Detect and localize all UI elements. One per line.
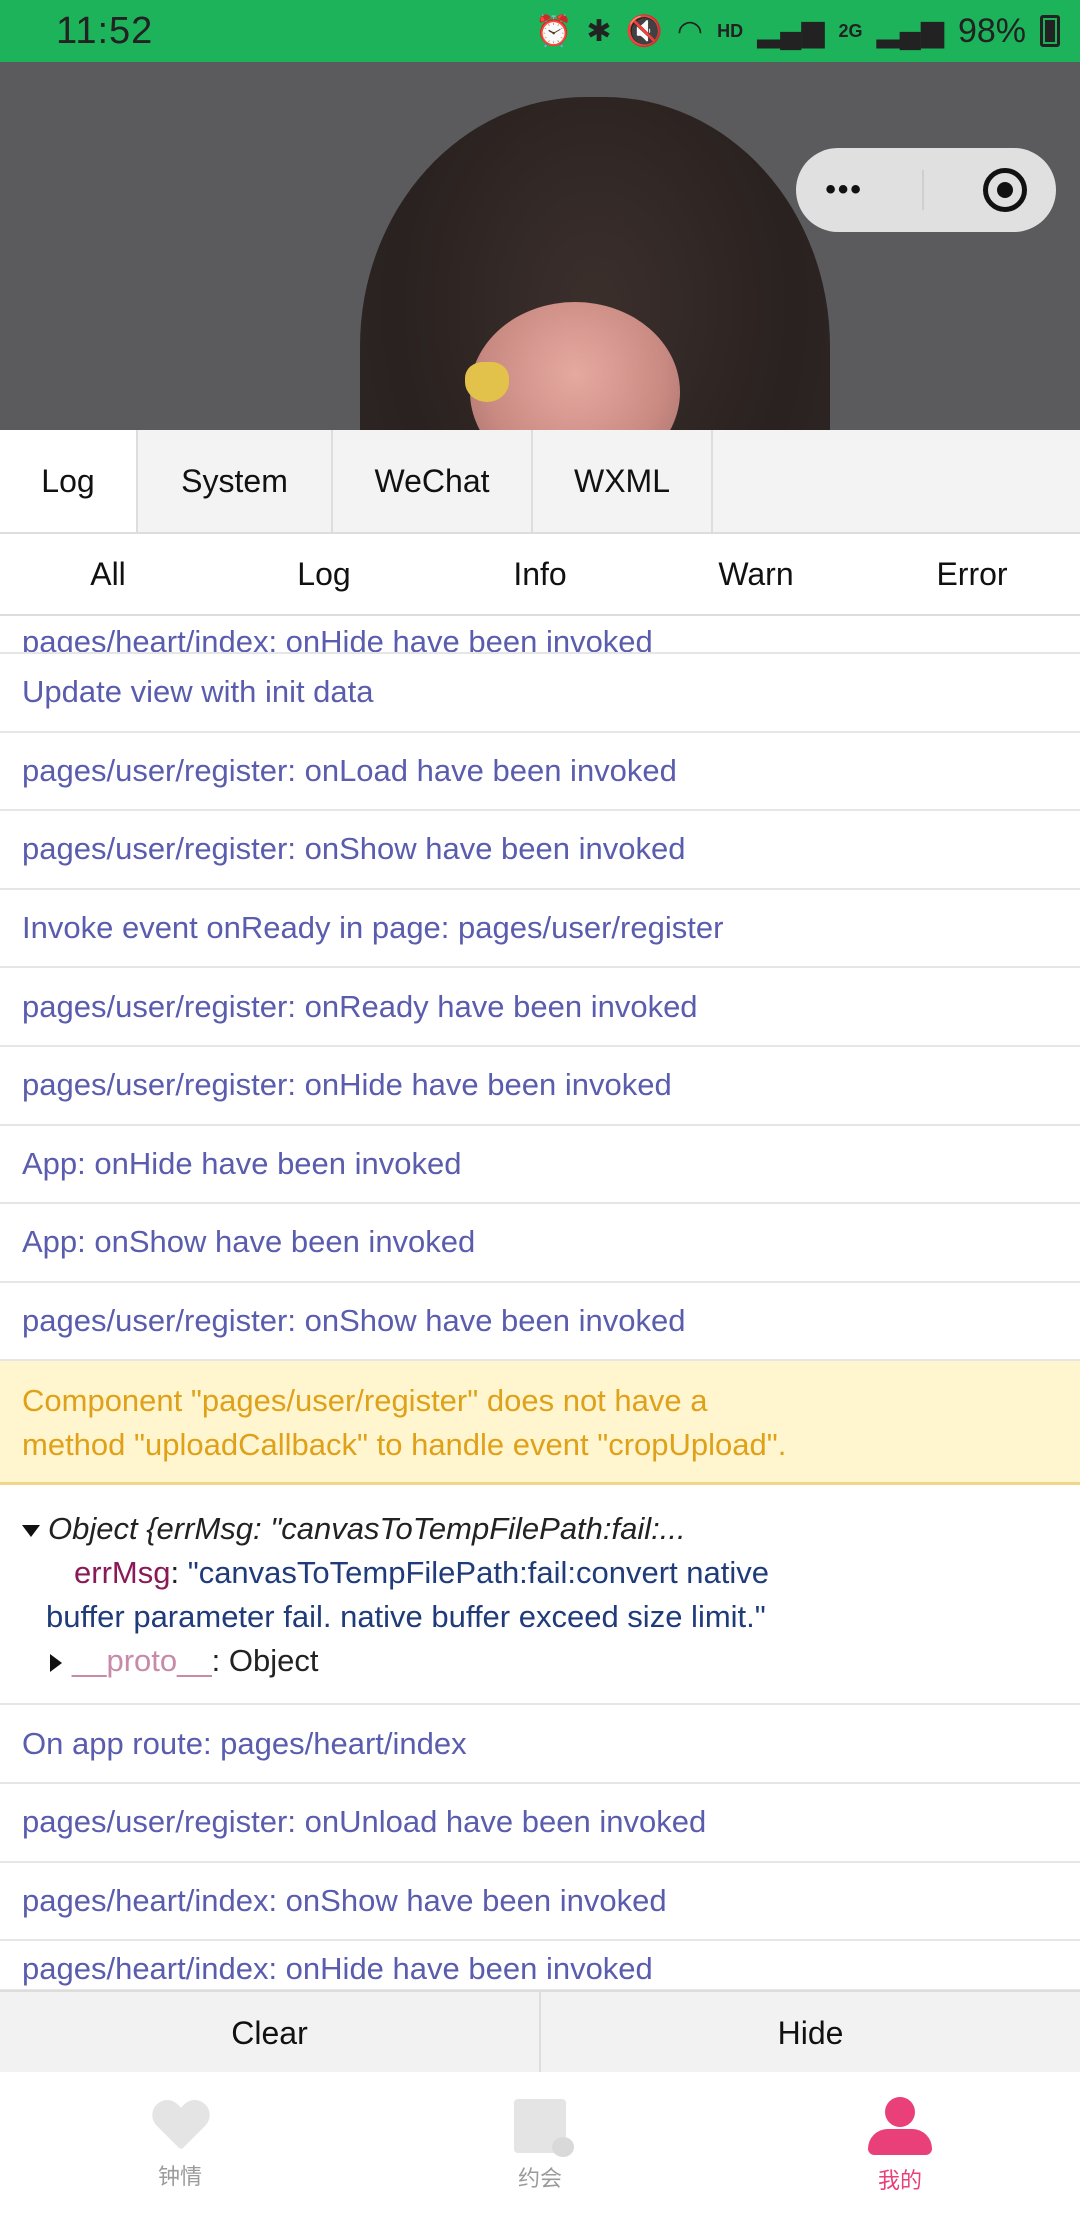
log-list[interactable]: pages/heart/index: onHide have been invo… [0, 614, 1080, 1990]
filter-error[interactable]: Error [864, 556, 1080, 593]
log-filter-tabs: All Log Info Warn Error [0, 534, 1080, 616]
proto-row[interactable]: __proto__: Object [22, 1639, 1058, 1683]
filter-log[interactable]: Log [216, 556, 432, 593]
log-row: pages/user/register: onLoad have been in… [0, 733, 1080, 812]
clear-button[interactable]: Clear [0, 1992, 539, 2074]
heart-icon [152, 2101, 208, 2151]
log-row: Update view with init data [0, 654, 1080, 733]
filter-all[interactable]: All [0, 556, 216, 593]
log-row: On app route: pages/heart/index [0, 1705, 1080, 1784]
log-row: pages/user/register: onShow have been in… [0, 1283, 1080, 1362]
log-row: App: onShow have been invoked [0, 1204, 1080, 1283]
bluetooth-icon: ✱ [586, 14, 612, 48]
target-circle-icon[interactable] [982, 168, 1027, 212]
error-object-block: Object {errMsg: "canvasToTempFilePath:fa… [0, 1485, 1080, 1706]
warning-line-2: method "uploadCallback" to handle event … [22, 1427, 787, 1463]
console-footer: Clear Hide [0, 1990, 1080, 2074]
status-bar: 11:52 ⏰ ✱ 🔇 ◠ HD ▂▄▆ 2G ▂▄▆ 98% [0, 0, 1080, 62]
signal-icon-2: ▂▄▆ [876, 14, 944, 48]
status-icons: ⏰ ✱ 🔇 ◠ HD ▂▄▆ 2G ▂▄▆ 98% [535, 12, 1060, 51]
log-row: pages/heart/index: onHide have been invo… [0, 1941, 1080, 1990]
tabbar-item-wode[interactable]: 我的 [720, 2072, 1080, 2220]
caret-right-icon[interactable] [50, 1654, 62, 1673]
log-row: pages/user/register: onUnload have been … [0, 1784, 1080, 1863]
tabbar-label: 钟情 [157, 2164, 202, 2189]
cat-sticker-icon [465, 362, 509, 402]
property-colon: : [170, 1555, 188, 1591]
proto-key: __proto__ [72, 1643, 212, 1679]
mute-icon: 🔇 [625, 14, 663, 48]
property-key: errMsg [74, 1555, 171, 1591]
filter-warn[interactable]: Warn [648, 556, 864, 593]
tabbar-label: 约会 [517, 2166, 562, 2191]
log-row: pages/user/register: onReady have been i… [0, 968, 1080, 1047]
status-time: 11:52 [56, 9, 154, 52]
more-dots-icon[interactable]: ••• [825, 173, 863, 207]
capsule-divider [921, 170, 924, 210]
tab-wechat[interactable]: WeChat [333, 430, 533, 532]
object-property: errMsg: "canvasToTempFilePath:fail:conve… [22, 1551, 1058, 1595]
network-type-label: 2G [838, 20, 863, 41]
console-tabs: Log System WeChat WXML [0, 430, 1080, 534]
filter-info[interactable]: Info [432, 556, 648, 593]
tabbar-item-yuehui[interactable]: 约会 [360, 2072, 720, 2220]
signal-icon: ▂▄▆ [757, 14, 825, 48]
warning-line-1: Component "pages/user/register" does not… [22, 1383, 708, 1419]
wifi-icon: ◠ [676, 14, 704, 48]
log-text: pages/heart/index: onHide have been invo… [22, 624, 653, 654]
proto-value: : Object [211, 1643, 319, 1679]
battery-icon [1040, 15, 1060, 47]
log-row: pages/user/register: onShow have been in… [0, 811, 1080, 890]
tab-log[interactable]: Log [0, 430, 138, 532]
tabbar-label: 我的 [877, 2168, 922, 2193]
log-row: pages/user/register: onHide have been in… [0, 1047, 1080, 1126]
object-header[interactable]: Object {errMsg: "canvasToTempFilePath:fa… [22, 1507, 1058, 1551]
log-row: Invoke event onReady in page: pages/user… [0, 890, 1080, 969]
castle-icon [514, 2099, 574, 2157]
hd-label: HD [717, 20, 744, 41]
hide-button[interactable]: Hide [539, 1992, 1080, 2074]
user-icon [868, 2097, 932, 2155]
tab-wxml[interactable]: WXML [533, 430, 713, 532]
bottom-tabbar: 钟情 约会 我的 [0, 2072, 1080, 2220]
tab-system[interactable]: System [138, 430, 333, 532]
header-photo: ••• [0, 62, 1080, 430]
alarm-icon: ⏰ [535, 14, 573, 48]
tabbar-item-zhongqing[interactable]: 钟情 [0, 2072, 360, 2220]
log-row: App: onHide have been invoked [0, 1126, 1080, 1205]
object-summary: Object {errMsg: "canvasToTempFilePath:fa… [48, 1511, 686, 1547]
battery-percent: 98% [957, 11, 1026, 50]
log-row: pages/heart/index: onHide have been invo… [0, 614, 1080, 654]
object-property-cont: buffer parameter fail. native buffer exc… [22, 1595, 1058, 1639]
warning-row: Component "pages/user/register" does not… [0, 1361, 1080, 1486]
log-row: pages/heart/index: onShow have been invo… [0, 1863, 1080, 1942]
caret-down-icon[interactable] [22, 1525, 40, 1538]
miniprogram-capsule: ••• [796, 148, 1056, 232]
property-value-line-2: buffer parameter fail. native buffer exc… [46, 1599, 766, 1635]
debug-console: Log System WeChat WXML All Log Info Warn… [0, 430, 1080, 1990]
property-value-line-1: "canvasToTempFilePath:fail:convert nativ… [187, 1555, 770, 1591]
